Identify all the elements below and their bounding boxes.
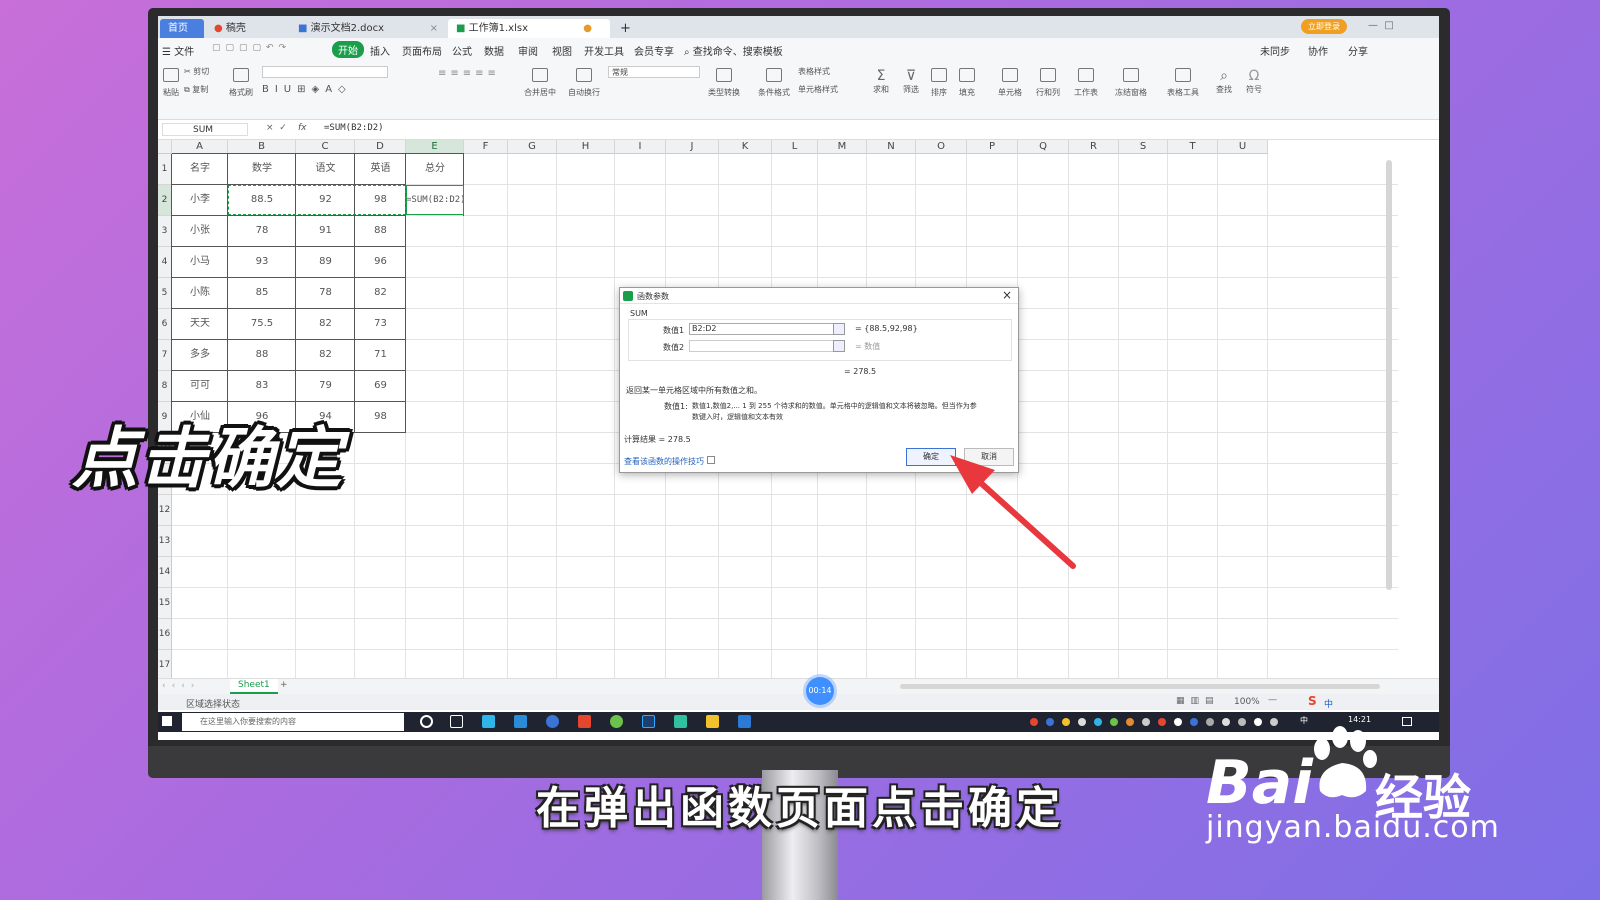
big-caption: 点击确定 <box>72 420 344 497</box>
watermark-brand: Bai <box>1206 748 1313 818</box>
watermark-url: jingyan.baidu.com <box>1206 810 1500 845</box>
arrow-shaft <box>969 472 1076 569</box>
paw-icon <box>1314 726 1377 798</box>
